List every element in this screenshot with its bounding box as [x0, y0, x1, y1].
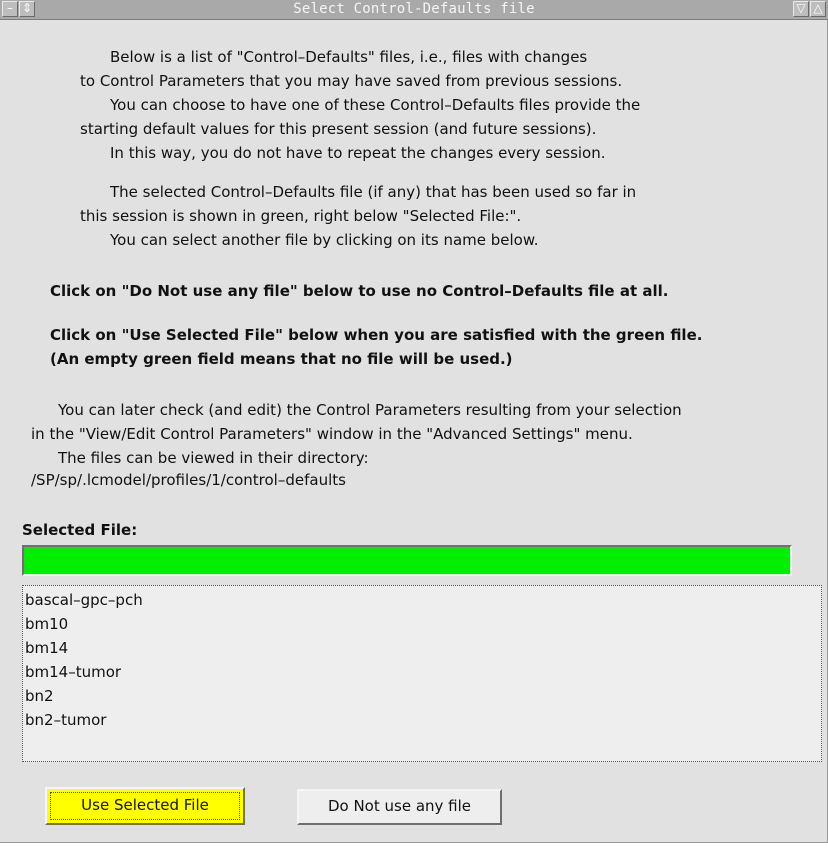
minimize-icon[interactable]: –: [2, 1, 18, 17]
dialog-window: – ⇕ Select Control-Defaults file ▽ △ Bel…: [0, 0, 828, 843]
file-list[interactable]: bascal–gpc–pch bm10 bm14 bm14–tumor bn2 …: [22, 585, 822, 762]
intro-line: In this way, you do not have to repeat t…: [110, 144, 606, 162]
empty-field-note: (An empty green field means that no file…: [50, 350, 513, 368]
selected-file-field: [22, 545, 792, 576]
intro-line: Below is a list of "Control–Defaults" fi…: [110, 48, 588, 66]
maximize-icon[interactable]: △: [810, 1, 826, 17]
list-item[interactable]: bm14: [23, 636, 821, 660]
directory-path: /SP/sp/.lcmodel/profiles/1/control–defau…: [31, 471, 346, 489]
window-title: Select Control-Defaults file: [293, 1, 535, 17]
intro-line: to Control Parameters that you may have …: [80, 72, 623, 90]
list-item[interactable]: bm14–tumor: [23, 660, 821, 684]
do-not-use-any-file-button[interactable]: Do Not use any file: [297, 789, 502, 825]
later-line: The files can be viewed in their directo…: [58, 449, 369, 467]
use-selected-file-button[interactable]: Use Selected File: [45, 787, 245, 825]
later-line: You can later check (and edit) the Contr…: [58, 401, 682, 419]
do-not-use-note: Click on "Do Not use any file" below to …: [50, 282, 669, 300]
selection-line: this session is shown in green, right be…: [80, 207, 522, 225]
later-line: in the "View/Edit Control Parameters" wi…: [31, 425, 633, 443]
intro-line: starting default values for this present…: [80, 120, 597, 138]
title-bar[interactable]: – ⇕ Select Control-Defaults file ▽ △: [0, 0, 828, 20]
selection-line: The selected Control–Defaults file (if a…: [110, 183, 637, 201]
shade-down-icon[interactable]: ▽: [793, 1, 809, 17]
selected-file-label: Selected File:: [22, 521, 138, 539]
list-item[interactable]: bn2–tumor: [23, 708, 821, 732]
list-item[interactable]: bn2: [23, 684, 821, 708]
intro-line: You can choose to have one of these Cont…: [110, 96, 641, 114]
use-selected-note: Click on "Use Selected File" below when …: [50, 326, 703, 344]
list-item[interactable]: bascal–gpc–pch: [23, 588, 821, 612]
selection-line: You can select another file by clicking …: [110, 231, 539, 249]
window-menu-icon[interactable]: ⇕: [19, 1, 35, 17]
list-item[interactable]: bm10: [23, 612, 821, 636]
